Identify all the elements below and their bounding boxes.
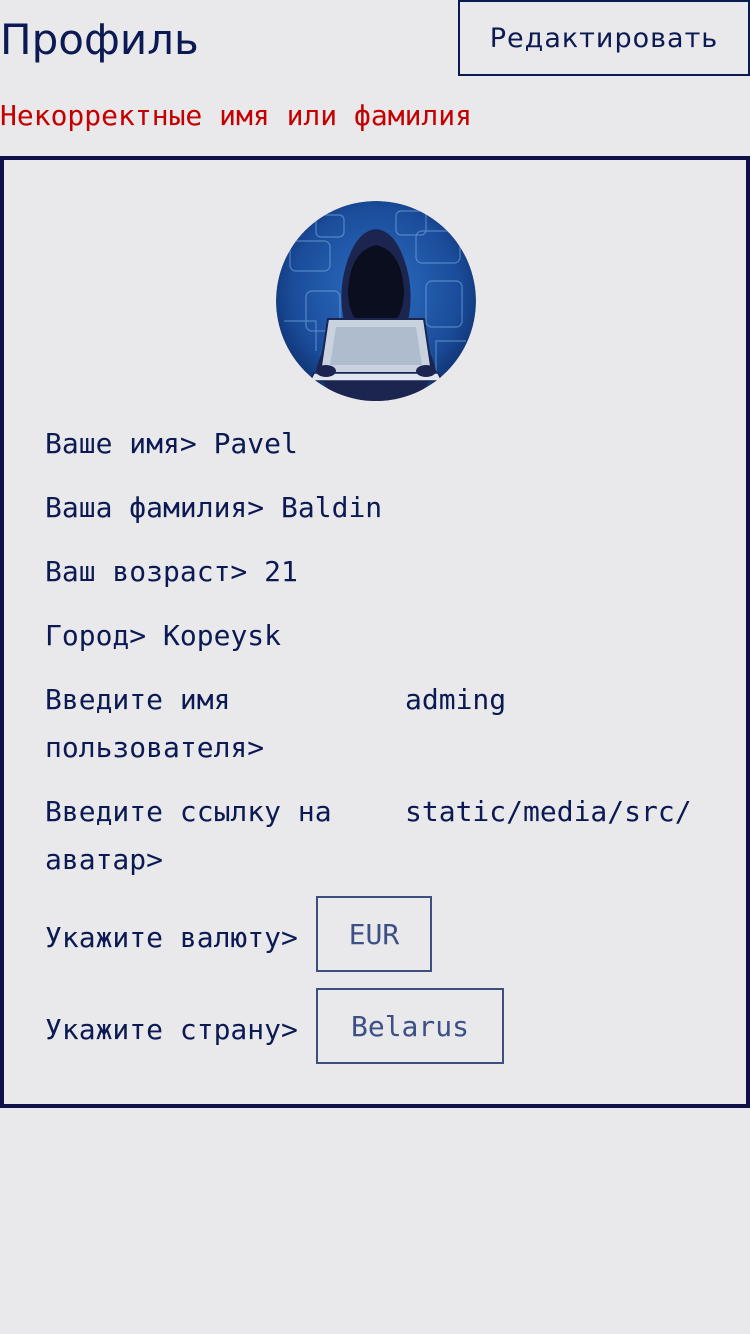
- avatar: [276, 201, 476, 401]
- avatar-url-label: Введите ссылку на аватар>: [45, 795, 332, 876]
- edit-button[interactable]: Редактировать: [458, 0, 750, 76]
- name-row: Ваше имя> Pavel: [45, 420, 298, 468]
- surname-row: Ваша фамилия> Baldin: [45, 484, 382, 532]
- error-message: Некорректные имя или фамилия: [0, 99, 473, 132]
- city-label: Город>: [45, 619, 147, 652]
- profile-card: Ваше имя> Pavel Ваша фамилия> Baldin Ваш…: [0, 156, 750, 1108]
- age-label: Ваш возраст>: [45, 555, 248, 588]
- currency-label: Укажите валюту>: [45, 921, 298, 954]
- country-label: Укажите страну>: [45, 1013, 298, 1046]
- page-title: Профиль: [0, 15, 199, 64]
- avatar-url-field[interactable]: static/media/src/: [405, 788, 692, 836]
- username-label: Введите имя пользователя>: [45, 683, 265, 764]
- surname-value: Baldin: [281, 491, 383, 524]
- hooded-hacker-avatar-icon: [276, 201, 476, 401]
- surname-label: Ваша фамилия>: [45, 491, 265, 524]
- country-select[interactable]: Belarus: [316, 988, 504, 1064]
- city-value: Kopeysk: [163, 619, 282, 652]
- name-label: Ваше имя>: [45, 427, 197, 460]
- name-value: Pavel: [213, 427, 298, 460]
- username-field[interactable]: adming: [405, 676, 506, 724]
- age-value: 21: [264, 555, 298, 588]
- city-row: Город> Kopeysk: [45, 612, 281, 660]
- age-row: Ваш возраст> 21: [45, 548, 298, 596]
- currency-select[interactable]: EUR: [316, 896, 432, 972]
